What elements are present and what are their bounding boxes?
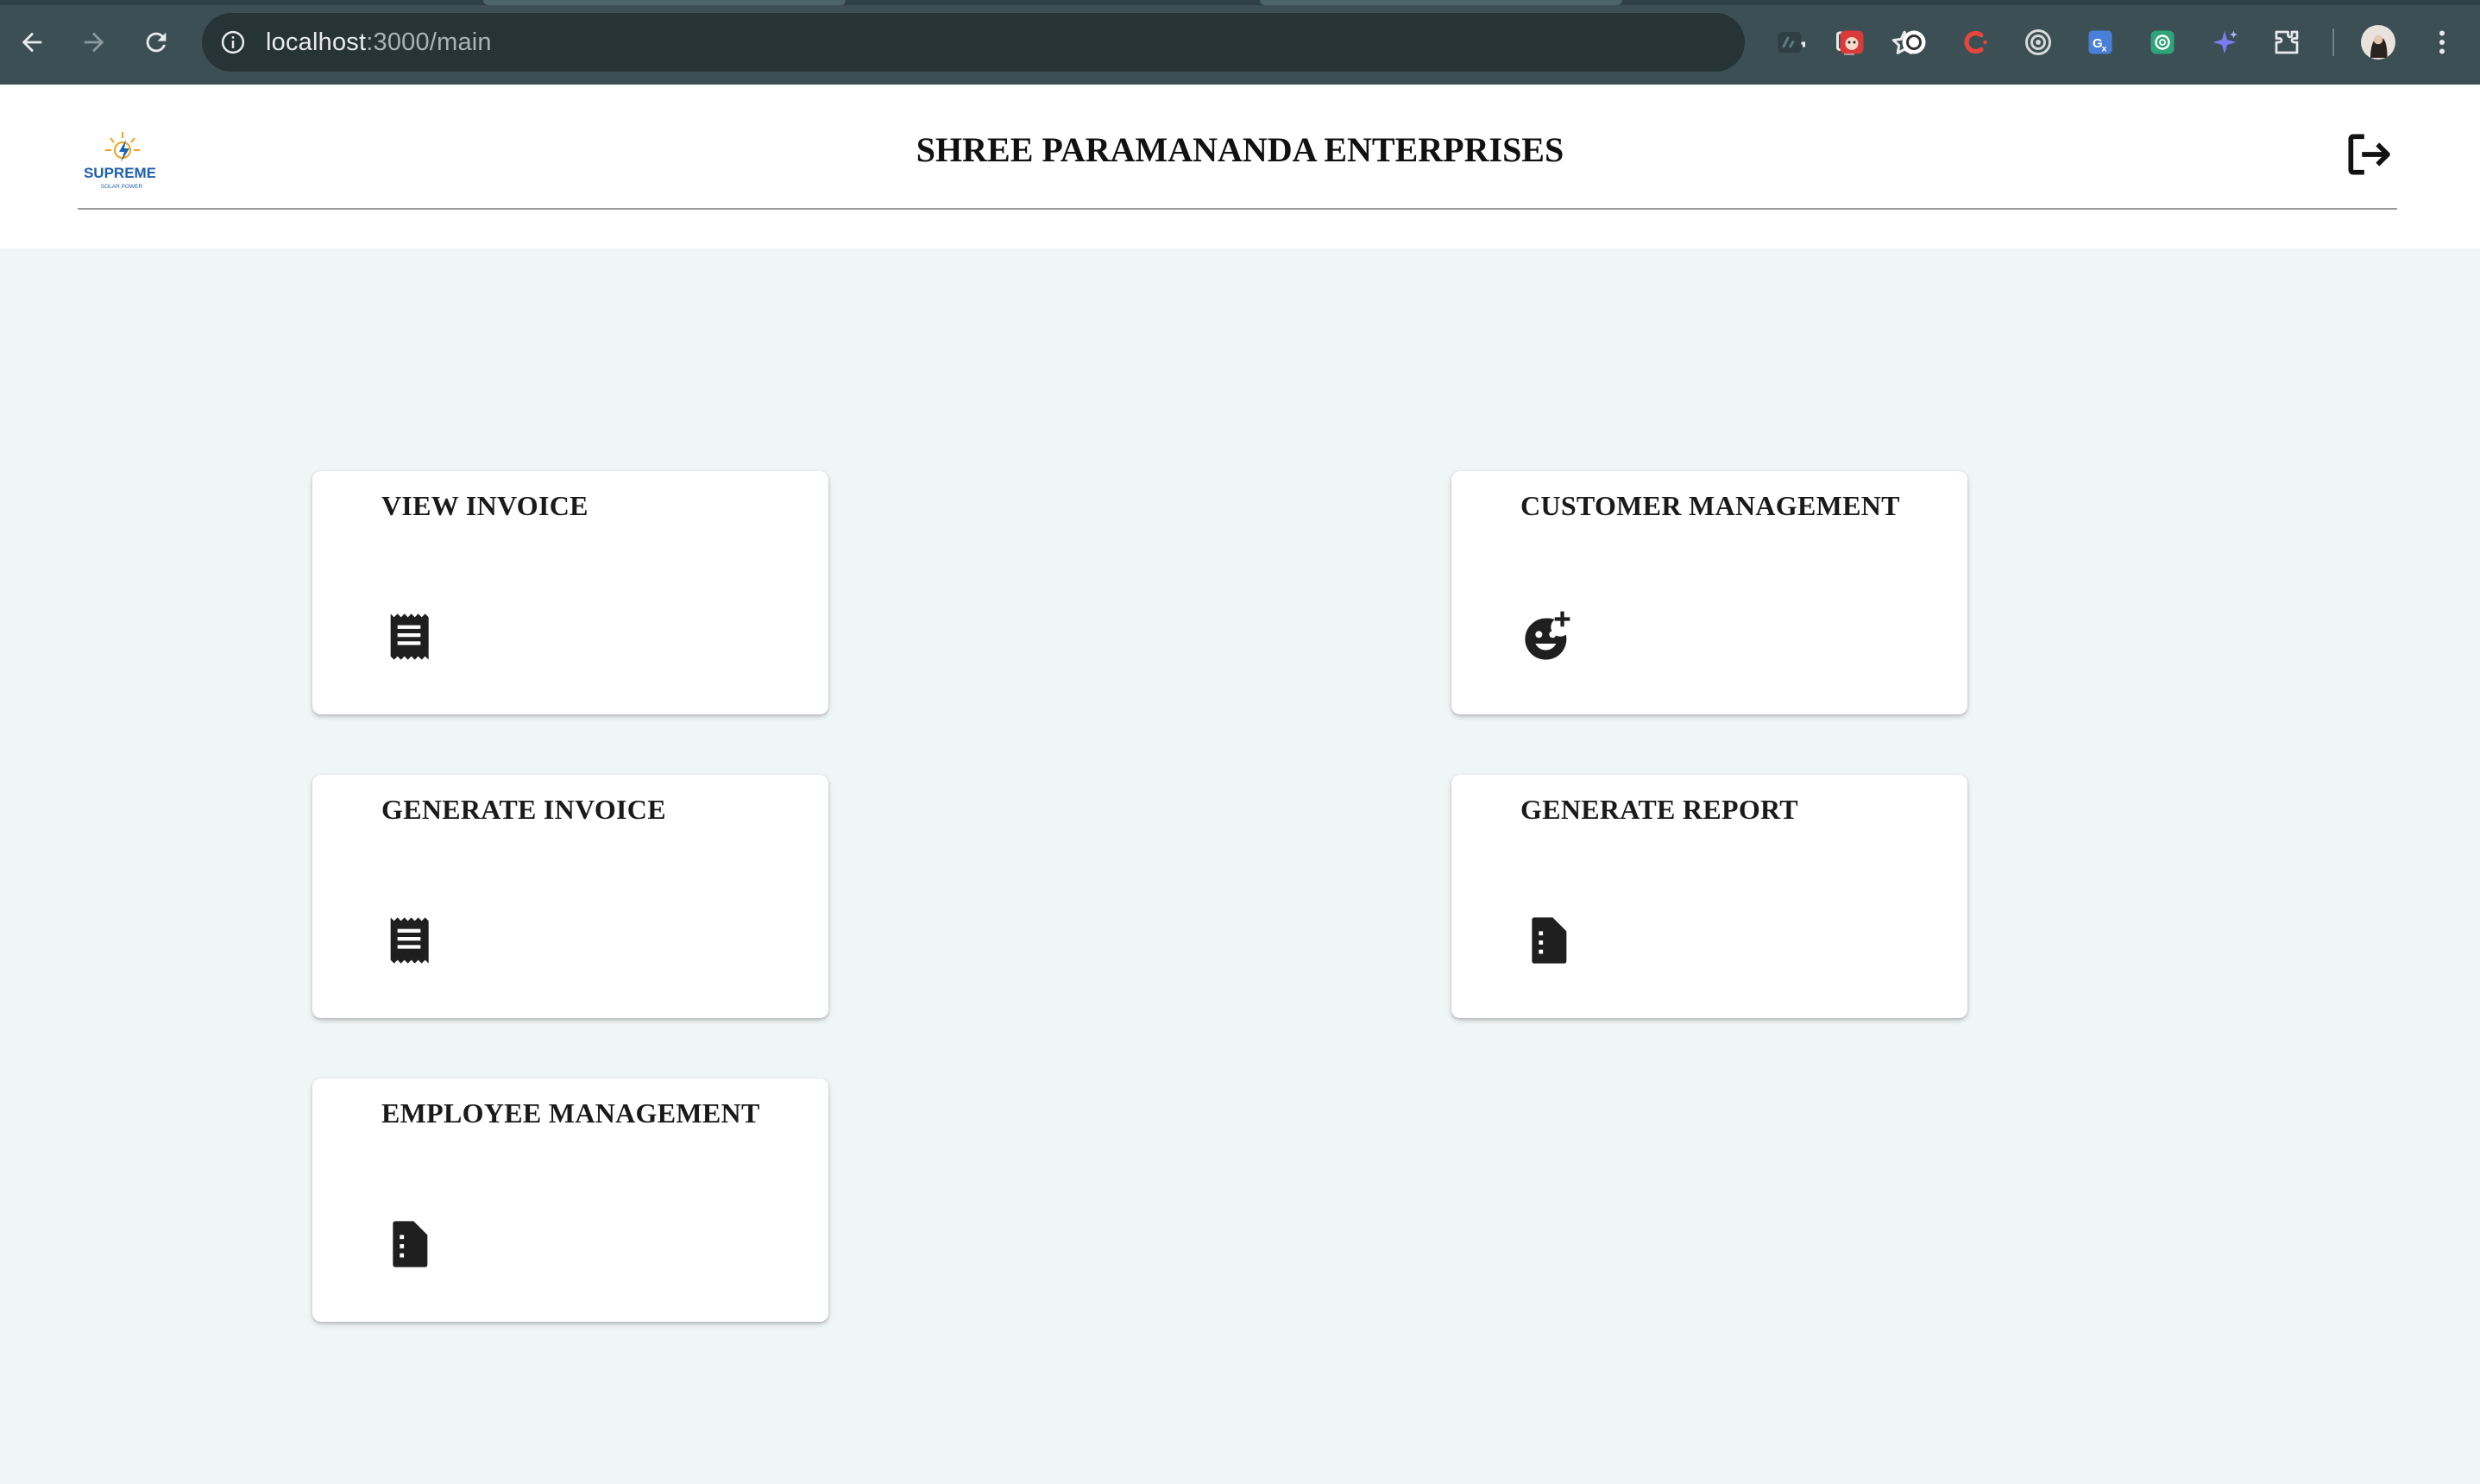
logout-button[interactable] [2342,128,2395,181]
report-icon [1520,913,1576,968]
forward-button[interactable] [72,21,116,64]
google-translate-ext-icon[interactable]: Gx [2083,25,2118,60]
card-view-invoice[interactable]: VIEW INVOICE [312,471,828,714]
card-title: VIEW INVOICE [381,490,589,521]
extensions-puzzle-icon[interactable] [2269,25,2304,60]
circle-face-ext-icon[interactable] [1897,25,1931,60]
sparkle-ext-icon[interactable] [2207,25,2242,60]
tab-edge[interactable] [483,0,846,5]
profile-avatar[interactable] [2361,25,2395,60]
app-header: SUPREME SOLAR POWER SHREE PARAMANANDA EN… [0,85,2480,248]
card-title: EMPLOYEE MANAGEMENT [381,1097,760,1129]
browser-chrome: localhost:3000/main Gx [0,0,2480,85]
redpanda-ext-icon[interactable] [1835,25,1869,60]
card-employee-management[interactable]: EMPLOYEE MANAGEMENT [312,1078,828,1322]
url-path: :3000/main [366,28,492,56]
card-title: GENERATE INVOICE [381,794,666,825]
chatgpt-ext-icon[interactable] [2145,25,2180,60]
target-ext-icon[interactable] [2021,25,2055,60]
card-generate-invoice[interactable]: GENERATE INVOICE [312,775,828,1018]
card-title: CUSTOMER MANAGEMENT [1520,490,1900,521]
report-icon [381,1217,437,1272]
browser-menu-icon[interactable] [2425,25,2459,60]
page-title: SHREE PARAMANANDA ENTERPRISES [916,130,1564,169]
logout-icon [2348,134,2390,175]
site-info-icon[interactable] [219,28,247,56]
arrow-right-icon [84,32,104,53]
arrow-left-icon [22,32,42,53]
card-title: GENERATE REPORT [1520,794,1798,825]
card-generate-report[interactable]: GENERATE REPORT [1451,775,1967,1018]
tab-strip [0,0,2480,5]
add-reaction-icon [1520,609,1576,664]
toolbar-divider [2332,28,2334,56]
receipt-icon [381,913,437,968]
url-text[interactable]: localhost:3000/main [266,28,492,57]
logo-subtext: SOLAR POWER [101,184,143,190]
address-bar[interactable]: localhost:3000/main [202,13,1917,72]
svg-text:x: x [2102,44,2107,54]
c-ext-icon[interactable] [1959,25,1993,60]
back-button[interactable] [10,21,54,64]
tampermonkey-ext-icon[interactable] [1772,25,1807,60]
card-customer-management[interactable]: CUSTOMER MANAGEMENT [1451,471,1967,714]
reload-button[interactable] [135,21,178,64]
header-divider [78,208,2397,210]
tab-edge[interactable] [1260,0,1622,5]
reload-icon [146,32,167,53]
receipt-icon [381,609,437,664]
url-host: localhost [266,28,367,56]
